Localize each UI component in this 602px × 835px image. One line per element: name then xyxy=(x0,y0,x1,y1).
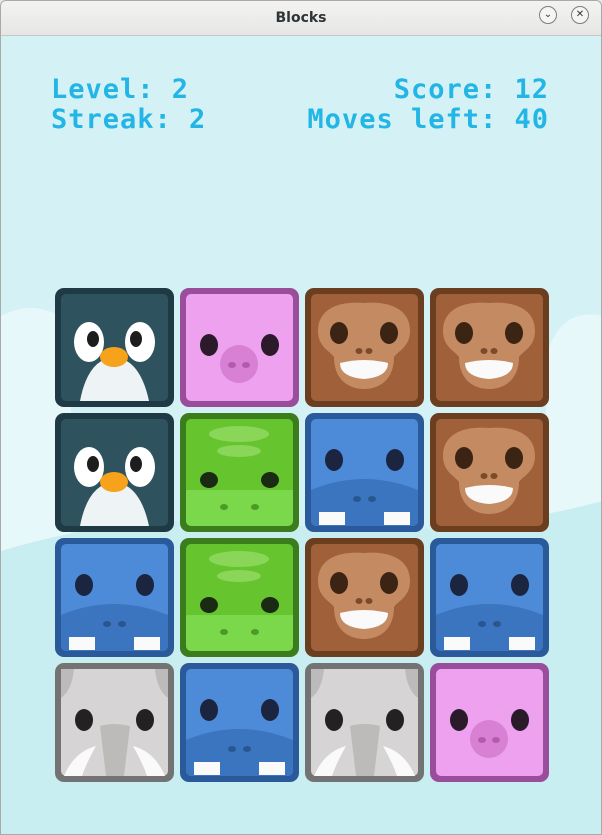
penguin-block[interactable] xyxy=(52,410,177,535)
hippo-block[interactable] xyxy=(427,535,552,660)
monkey-icon xyxy=(430,413,549,532)
monkey-block[interactable] xyxy=(427,410,552,535)
monkey-icon xyxy=(430,288,549,407)
pig-block[interactable] xyxy=(427,660,552,785)
level-label: Level: 2 xyxy=(51,74,190,105)
monkey-icon xyxy=(305,288,424,407)
crocodile-icon xyxy=(180,413,299,532)
window-title: Blocks xyxy=(275,10,327,26)
pig-block[interactable] xyxy=(177,285,302,410)
minimize-button[interactable]: ⌄ xyxy=(539,6,557,24)
penguin-block[interactable] xyxy=(52,285,177,410)
hippo-block[interactable] xyxy=(302,410,427,535)
hippo-icon xyxy=(430,538,549,657)
pig-icon xyxy=(430,663,549,782)
score-label: Score: 12 xyxy=(393,74,549,105)
crocodile-icon xyxy=(180,538,299,657)
penguin-icon xyxy=(55,288,174,407)
hippo-icon xyxy=(305,413,424,532)
monkey-block[interactable] xyxy=(427,285,552,410)
chevron-down-icon: ⌄ xyxy=(543,9,553,20)
crocodile-block[interactable] xyxy=(177,410,302,535)
monkey-block[interactable] xyxy=(302,285,427,410)
hippo-block[interactable] xyxy=(177,660,302,785)
penguin-icon xyxy=(55,413,174,532)
elephant-icon xyxy=(55,663,174,782)
streak-label: Streak: 2 xyxy=(51,104,207,135)
monkey-icon xyxy=(305,538,424,657)
pig-icon xyxy=(180,288,299,407)
monkey-block[interactable] xyxy=(302,535,427,660)
moves-left-label: Moves left: 40 xyxy=(307,104,549,135)
close-icon: ✕ xyxy=(575,9,585,20)
hippo-block[interactable] xyxy=(52,535,177,660)
elephant-block[interactable] xyxy=(52,660,177,785)
hippo-icon xyxy=(55,538,174,657)
hippo-icon xyxy=(180,663,299,782)
titlebar: Blocks ⌄ ✕ xyxy=(1,1,601,36)
app-window: Blocks ⌄ ✕ Level: 2 Streak: 2 Score: 12 … xyxy=(0,0,602,835)
game-board xyxy=(52,285,552,785)
elephant-block[interactable] xyxy=(302,660,427,785)
close-button[interactable]: ✕ xyxy=(571,6,589,24)
elephant-icon xyxy=(305,663,424,782)
crocodile-block[interactable] xyxy=(177,535,302,660)
game-area: Level: 2 Streak: 2 Score: 12 Moves left:… xyxy=(1,36,601,834)
